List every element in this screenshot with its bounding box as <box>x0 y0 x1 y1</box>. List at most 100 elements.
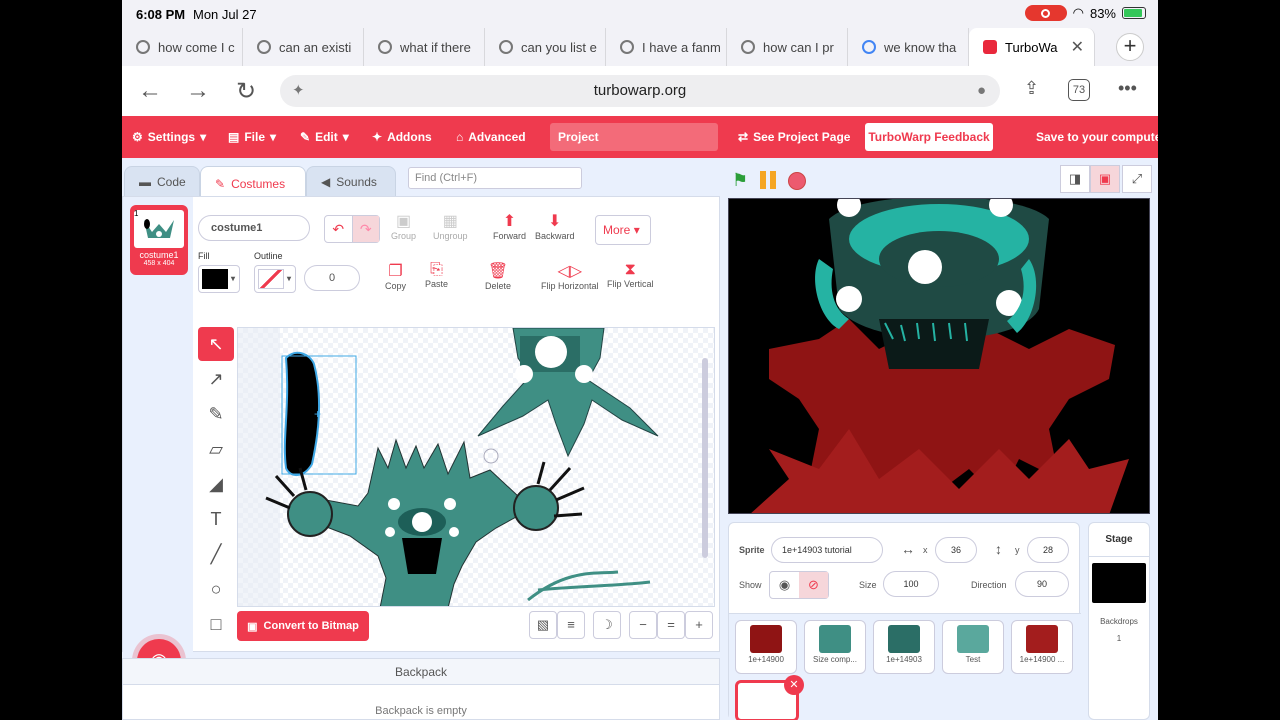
pause-icon[interactable] <box>760 171 776 189</box>
browser-tab[interactable]: how can I pr <box>727 28 848 66</box>
back-icon[interactable]: ← <box>126 77 174 105</box>
menu-label: See Project Page <box>753 130 851 144</box>
tab-costumes[interactable]: ✎ Costumes <box>200 166 306 200</box>
screen-recording-icon[interactable] <box>1024 5 1067 21</box>
normal-stage-icon[interactable]: ▣ <box>1090 165 1120 193</box>
close-tab-icon[interactable]: ✕ <box>1071 37 1084 57</box>
remix-icon: ⇄ <box>738 130 749 144</box>
zoom-reset-icon[interactable]: = <box>657 611 685 639</box>
dark-mode-icon[interactable]: ☽ <box>593 611 621 639</box>
eye-icon[interactable]: ◉ <box>770 572 799 598</box>
gear-icon: ⚙ <box>132 130 143 144</box>
feedback-button[interactable]: TurboWarp Feedback <box>865 123 993 151</box>
tab-code[interactable]: ▬ Code <box>124 166 200 198</box>
paint-canvas[interactable]: + <box>237 327 715 607</box>
eraser-tool-icon[interactable]: ▱ <box>198 432 234 466</box>
tab-count-button[interactable]: 73 <box>1068 79 1090 101</box>
brush-tool-icon[interactable]: ✎ <box>198 397 234 431</box>
convert-to-bitmap-button[interactable]: ▣ Convert to Bitmap <box>237 611 369 641</box>
zoom-in-icon[interactable]: + <box>685 611 713 639</box>
fill-color-picker[interactable]: ▾ <box>198 265 240 293</box>
addons-menu[interactable]: ✦ Addons <box>372 130 432 144</box>
flip-vertical-button[interactable]: ⧗ Flip Vertical <box>607 261 654 289</box>
sprite-item[interactable]: 1e+14900 ... <box>1011 620 1073 674</box>
sprite-name: 1e+14900 <box>748 655 784 664</box>
ungroup-icon: ▦ <box>442 213 458 230</box>
copy-button[interactable]: ❐ Copy <box>385 261 406 291</box>
reshape-tool-icon[interactable]: ↗ <box>198 362 234 396</box>
fill-tool-icon[interactable]: ◢ <box>198 467 234 501</box>
y-input[interactable]: 28 <box>1027 537 1069 563</box>
sprite-name-input[interactable]: 1e+14903 tutorial <box>771 537 883 563</box>
browser-tab-active[interactable]: TurboWa ✕ <box>969 28 1095 66</box>
eye-off-icon[interactable]: ⊘ <box>799 572 828 598</box>
line-tool-icon[interactable]: ╱ <box>198 537 234 571</box>
fullscreen-icon[interactable]: ⤢ <box>1122 165 1152 193</box>
text-tool-icon[interactable]: T <box>198 502 234 536</box>
sprite-item[interactable]: Test <box>942 620 1004 674</box>
project-title-input[interactable]: Project <box>550 123 718 151</box>
tab-sounds[interactable]: ◀ Sounds <box>306 166 396 198</box>
file-menu[interactable]: ▤ File ▾ <box>228 130 276 144</box>
save-button[interactable]: Save to your computer <box>1036 130 1158 144</box>
audio-wave-icon[interactable]: ≡ <box>557 611 585 639</box>
edit-menu[interactable]: ✎ Edit ▾ <box>300 130 349 144</box>
microphone-icon[interactable]: ● <box>977 75 986 107</box>
delete-button[interactable]: 🗑 Delete <box>485 261 511 291</box>
circle-tool-icon[interactable]: ○ <box>198 572 234 606</box>
rectangle-tool-icon[interactable]: □ <box>198 607 234 641</box>
sprite-item-selected[interactable]: ✕ <box>735 675 804 720</box>
direction-input[interactable]: 90 <box>1015 571 1069 597</box>
green-flag-icon[interactable]: ⚑ <box>732 170 748 191</box>
sprite-item[interactable]: 1e+14900 <box>735 620 797 674</box>
browser-tab[interactable]: can you list e <box>485 28 606 66</box>
backdrops-label: Backdrops <box>1100 617 1138 626</box>
reload-icon[interactable]: ↻ <box>222 77 270 106</box>
backpack-header[interactable]: Backpack <box>123 659 719 685</box>
costume-item[interactable]: 1 costume1 458 x 404 <box>130 205 188 275</box>
redo-icon[interactable]: ↷ <box>351 216 379 242</box>
forward-button[interactable]: ⬆ Forward <box>493 211 526 241</box>
paste-button[interactable]: ⎘ Paste <box>425 261 448 289</box>
ungroup-button[interactable]: ▦ Ungroup <box>433 211 468 241</box>
small-stage-icon[interactable]: ◨ <box>1060 165 1090 193</box>
see-project-page-button[interactable]: ⇄ See Project Page <box>738 130 850 144</box>
more-button[interactable]: More ▾ <box>595 215 651 245</box>
outline-color-picker[interactable]: ▾ <box>254 265 296 293</box>
status-time: 6:08 PM <box>136 7 186 22</box>
new-tab-button[interactable]: + <box>1116 33 1144 61</box>
browser-tab[interactable]: can an existi <box>243 28 364 66</box>
backward-button[interactable]: ⬇ Backward <box>535 211 575 241</box>
stage-canvas[interactable] <box>728 198 1150 514</box>
browser-tab[interactable]: we know tha <box>848 28 969 66</box>
outline-width-input[interactable]: 0 <box>304 265 360 291</box>
visibility-toggle: ◉ ⊘ <box>769 571 829 599</box>
undo-icon[interactable]: ↶ <box>325 216 352 242</box>
more-icon[interactable]: ••• <box>1118 78 1137 99</box>
browser-tab[interactable]: I have a fanm <box>606 28 727 66</box>
sprite-item[interactable]: Size comp... <box>804 620 866 674</box>
advanced-menu[interactable]: ⌂ Advanced <box>456 130 526 144</box>
forward-icon[interactable]: → <box>174 77 222 105</box>
snap-toggle-icon[interactable]: ▧ <box>529 611 557 639</box>
sparkle-icon[interactable]: ✦ <box>292 75 305 107</box>
group-button[interactable]: ▣ Group <box>391 211 416 241</box>
browser-tab-bar: how come I c can an existi what if there… <box>122 28 1158 66</box>
select-tool-icon[interactable]: ↖ <box>198 327 234 361</box>
find-input[interactable]: Find (Ctrl+F) <box>408 167 582 189</box>
x-input[interactable]: 36 <box>935 537 977 563</box>
url-field[interactable]: ✦ turbowarp.org ● <box>280 75 1000 107</box>
costume-name-input[interactable]: costume1 <box>198 215 310 241</box>
caret-down-icon: ▾ <box>633 223 640 237</box>
stage-selector[interactable]: Stage Backdrops 1 <box>1088 522 1150 720</box>
share-icon[interactable]: ⇪ <box>1024 78 1039 99</box>
browser-tab[interactable]: how come I c <box>122 28 243 66</box>
browser-tab[interactable]: what if there <box>364 28 485 66</box>
trash-icon[interactable]: ✕ <box>784 675 804 695</box>
flip-horizontal-button[interactable]: ◁▷ Flip Horizontal <box>541 261 599 291</box>
zoom-out-icon[interactable]: − <box>629 611 657 639</box>
settings-menu[interactable]: ⚙ Settings ▾ <box>132 130 206 144</box>
stop-icon[interactable] <box>788 172 806 190</box>
sprite-item[interactable]: 1e+14903 <box>873 620 935 674</box>
size-input[interactable]: 100 <box>883 571 939 597</box>
